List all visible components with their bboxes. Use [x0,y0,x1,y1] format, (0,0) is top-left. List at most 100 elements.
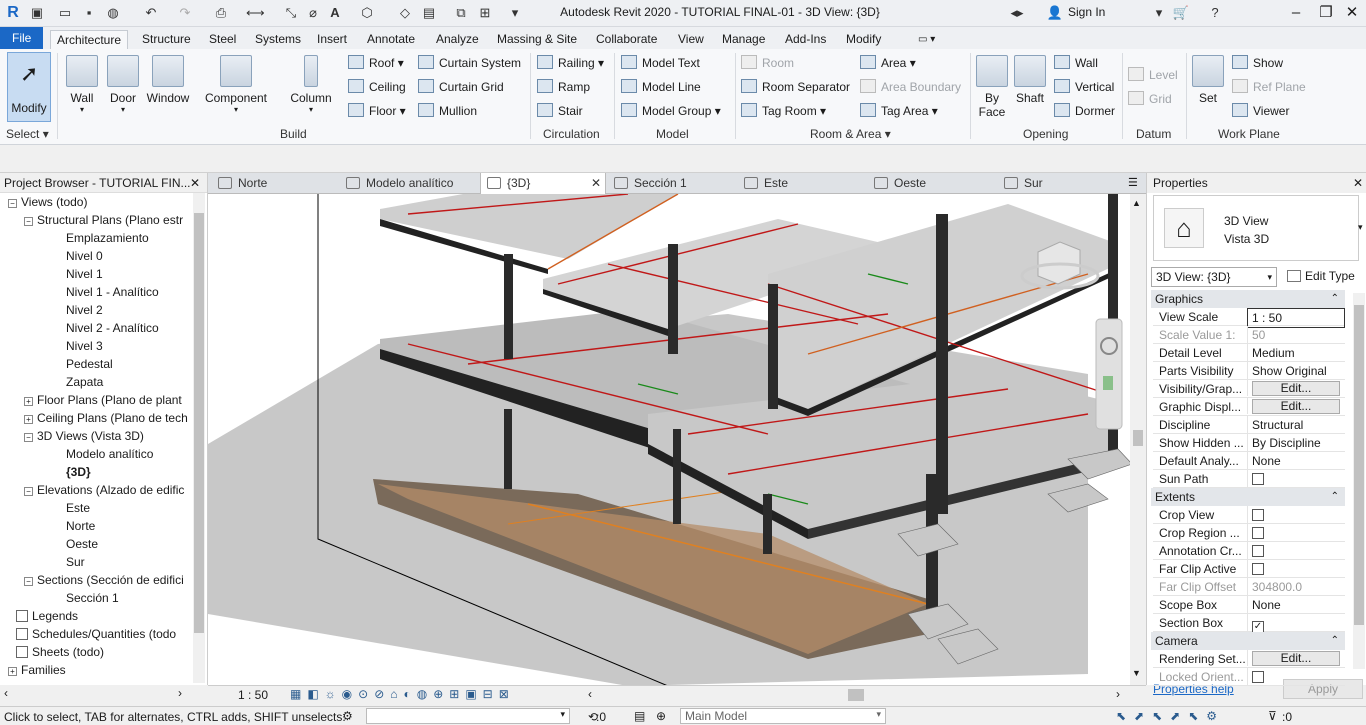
property-value[interactable]: None [1247,452,1345,470]
property-value[interactable] [1247,506,1345,524]
model-group-button[interactable]: Model Group ▾ [621,102,721,120]
model-text-button[interactable]: Model Text [621,54,700,72]
tab-add-ins[interactable]: Add-Ins [779,30,832,49]
measure-icon[interactable]: ⟷ [246,4,265,22]
sync-icon[interactable]: ◍ [104,4,122,22]
browser-close-icon[interactable]: ✕ [190,173,200,193]
browser-item[interactable]: Nivel 1 - Analítico [66,283,159,301]
browser-item[interactable]: + Floor Plans (Plano de plant [24,391,182,409]
ref-plane-button[interactable]: Ref Plane [1232,78,1306,96]
tab-architecture[interactable]: Architecture [50,30,129,49]
undo-icon[interactable]: ↶ [142,4,160,22]
model-line-button[interactable]: Model Line [621,78,701,96]
browser-item[interactable]: Este [66,499,90,517]
redo-icon[interactable]: ↷ [176,4,194,22]
column-button[interactable]: Column ▾ [286,55,336,114]
property-row[interactable]: Far Clip Offset 304800.0 [1153,578,1345,596]
property-value[interactable]: Edit... [1247,380,1345,396]
browser-item[interactable]: Nivel 2 [66,301,103,319]
property-row[interactable]: View Scale 1 : 50 [1153,308,1345,328]
shaft-button[interactable]: Shaft [1012,55,1048,105]
editing-requests-icon[interactable]: ⊕ [656,709,666,723]
set-work-plane-button[interactable]: Set [1192,55,1224,105]
save-icon[interactable]: ▪ [80,4,98,22]
wall-button[interactable]: Wall ▾ [62,55,102,114]
tab-massing-site[interactable]: Massing & Site [491,30,583,49]
view-tab-oeste[interactable]: Oeste [868,173,996,194]
infocenter-arrows-icon[interactable]: ◂▸ [1008,4,1026,22]
tab-annotate[interactable]: Annotate [361,30,421,49]
browser-item[interactable]: Nivel 1 [66,265,103,283]
view-tab-modelo-analitico[interactable]: Modelo analítico [340,173,480,194]
browser-item[interactable]: Sección 1 [66,589,119,607]
property-value[interactable] [1247,542,1345,560]
worksharing-icon[interactable]: ⚙ [342,709,353,723]
tab-steel[interactable]: Steel [203,30,242,49]
browser-item[interactable]: Pedestal [66,355,113,373]
3d-viewport[interactable] [208,194,1132,686]
tab-systems[interactable]: Systems [249,30,307,49]
property-row[interactable]: Detail Level Medium [1153,344,1345,362]
railing-button[interactable]: Railing ▾ [537,54,604,72]
group-extents[interactable]: Extents ⌃ [1151,488,1345,506]
floor-button[interactable]: Floor ▾ [348,102,406,120]
switch-windows-icon[interactable]: ⊞ [476,4,494,22]
group-camera[interactable]: Camera ⌃ [1151,632,1345,650]
property-value[interactable]: 1 : 50 [1247,308,1345,328]
active-workset-select[interactable]: ▾ [366,708,570,724]
property-edit-button[interactable]: Edit... [1252,399,1340,414]
hscroll-right-icon[interactable]: › [1116,687,1120,701]
level-button[interactable]: Level [1128,66,1178,84]
edit-type-button[interactable]: Edit Type [1287,267,1355,287]
instance-filter-select[interactable]: 3D View: {3D} ▾ [1151,267,1277,287]
door-button[interactable]: Door ▾ [104,55,142,114]
properties-scrollbar[interactable] [1353,293,1365,669]
collapse-icon[interactable]: − [24,433,33,442]
sign-in-link[interactable]: Sign In [1068,5,1105,19]
property-value[interactable] [1247,524,1345,542]
view-tabs-menu-icon[interactable]: ☰ [1128,176,1138,189]
property-checkbox[interactable] [1252,473,1264,485]
view-tab-sur[interactable]: Sur [998,173,1126,194]
property-row[interactable]: Scope Box None [1153,596,1345,614]
minimize-button[interactable]: – [1282,2,1310,24]
tab-view[interactable]: View [672,30,710,49]
browser-item[interactable]: Modelo analítico [66,445,153,463]
roof-button[interactable]: Roof ▾ [348,54,404,72]
3d-view-icon[interactable]: ⬡ [358,4,376,22]
tab-modify[interactable]: Modify [840,30,887,49]
property-row[interactable]: Locked Orient... [1153,668,1345,686]
tab-collaborate[interactable]: Collaborate [590,30,663,49]
property-checkbox[interactable] [1252,527,1264,539]
property-checkbox[interactable] [1252,545,1264,557]
room-area-panel-label[interactable]: Room & Area ▾ [810,127,891,141]
mullion-button[interactable]: Mullion [418,102,477,120]
thin-lines-icon[interactable]: ▤ [420,4,438,22]
property-row[interactable]: Graphic Displ... Edit... [1153,398,1345,416]
customize-icon[interactable]: ▾ [506,4,524,22]
wall-opening-button[interactable]: Wall [1054,54,1098,72]
tab-file[interactable]: File [0,27,44,49]
property-value[interactable]: None [1247,596,1345,614]
section-icon[interactable]: ◇ [396,4,414,22]
browser-item[interactable]: Emplazamiento [66,229,149,247]
browser-item[interactable]: Oeste [66,535,98,553]
dormer-button[interactable]: Dormer [1054,102,1115,120]
room-separator-button[interactable]: Room Separator [741,78,850,96]
curtain-grid-button[interactable]: Curtain Grid [418,78,504,96]
stair-button[interactable]: Stair [537,102,583,120]
property-row[interactable]: Crop View [1153,506,1345,524]
browser-item[interactable]: Nivel 0 [66,247,103,265]
browser-item[interactable]: − Elevations (Alzado de edific [24,481,184,499]
help-icon[interactable]: ? [1206,4,1224,22]
show-work-plane-button[interactable]: Show [1232,54,1283,72]
property-value[interactable]: 304800.0 [1247,578,1345,596]
view-tab-seccion-1[interactable]: Sección 1 [608,173,736,194]
view-tab-3d[interactable]: {3D} ✕ [480,173,606,194]
browser-item[interactable]: Sheets (todo) [16,643,104,661]
property-row[interactable]: Sun Path [1153,470,1345,488]
property-value[interactable]: Structural [1247,416,1345,434]
modify-button[interactable]: ➚ Modify [7,52,51,122]
property-row[interactable]: Show Hidden ... By Discipline [1153,434,1345,452]
property-value[interactable]: Show Original [1247,362,1345,380]
